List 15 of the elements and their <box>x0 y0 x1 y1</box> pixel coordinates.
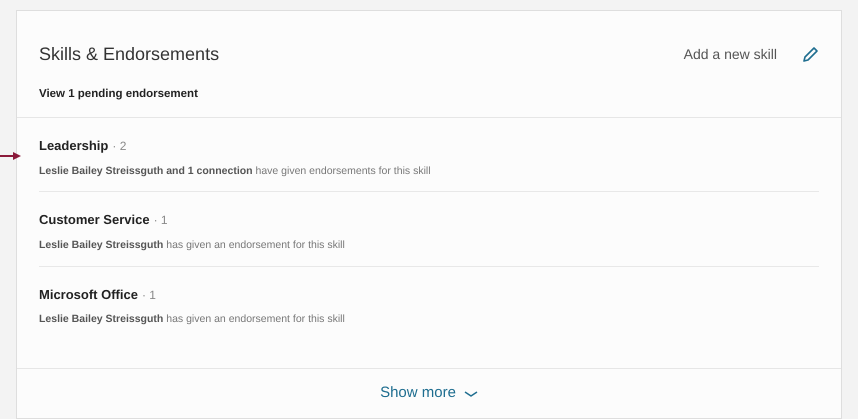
show-more-button[interactable]: Show more <box>374 380 484 407</box>
endorsement-count: · 1 <box>154 212 168 230</box>
chevron-down-icon <box>464 390 478 398</box>
skill-name[interactable]: Customer Service <box>39 210 150 230</box>
edit-icon[interactable] <box>801 46 819 64</box>
section-title: Skills & Endorsements <box>39 43 220 66</box>
pending-endorsement-link[interactable]: View 1 pending endorsement <box>39 86 198 104</box>
endorsement-count: · 2 <box>112 138 126 155</box>
endorser-text: Leslie Bailey Streissguth has given an endorsement for this skill <box>39 312 346 327</box>
endorser-text: Leslie Bailey Streissguth has given an endorsement for this skill <box>39 238 346 253</box>
endorsement-count: · 1 <box>142 286 156 304</box>
skill-name[interactable]: Leadership <box>39 136 108 156</box>
endorser-text: Leslie Bailey Streissguth and 1 connection have given endorsements for this skill <box>39 164 432 178</box>
skill-name[interactable]: Microsoft Office <box>39 284 138 304</box>
add-skill-link[interactable]: Add a new skill <box>684 44 777 65</box>
